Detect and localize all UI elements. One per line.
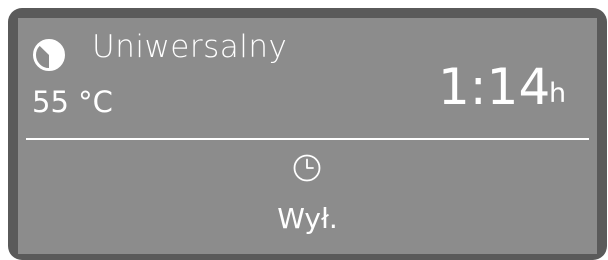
remaining-time: 1:14: [438, 58, 551, 116]
device-display: Uniwersalny 55 °C 1:14 h Wył.: [18, 18, 597, 254]
divider: [26, 138, 589, 140]
temperature-value: 55 °C: [32, 85, 113, 119]
clock-icon: [293, 154, 321, 182]
half-filled-circle-icon: [33, 39, 65, 71]
timer-status[interactable]: Wył.: [18, 205, 597, 233]
program-name: Uniwersalny: [92, 29, 288, 65]
time-unit: h: [549, 78, 567, 109]
